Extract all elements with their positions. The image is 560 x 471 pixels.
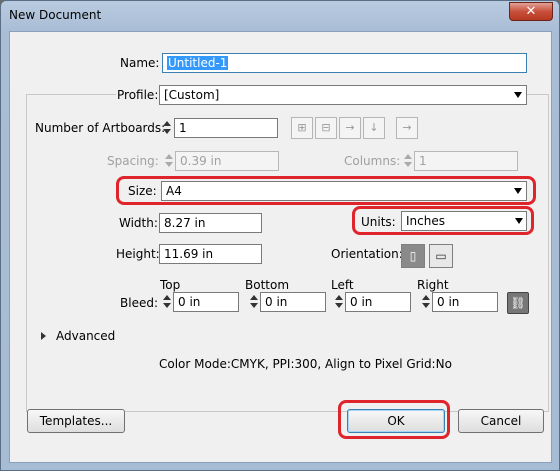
columns-input[interactable]: 1 — [414, 151, 518, 171]
width-input[interactable]: 8.27 in — [159, 213, 262, 233]
spin-up-icon — [250, 295, 258, 300]
name-label: Name: — [120, 56, 160, 70]
dialog-title: New Document — [9, 8, 102, 22]
orientation-label: Orientation: — [331, 247, 403, 261]
name-value: Untitled-1 — [167, 56, 229, 70]
columns-stepper[interactable] — [402, 152, 414, 170]
link-bleed-icon[interactable]: ⛓ — [507, 292, 529, 314]
units-highlight — [352, 206, 534, 235]
templates-button[interactable]: Templates... — [27, 409, 125, 433]
bleed-bottom-stepper[interactable] — [248, 293, 260, 311]
bleed-bottom-value: 0 in — [265, 295, 288, 309]
width-value: 8.27 in — [164, 216, 206, 230]
expand-triangle-icon[interactable] — [41, 332, 46, 340]
spacing-label: Spacing: — [107, 154, 159, 168]
spin-down-icon — [422, 303, 430, 308]
bleed-left-stepper[interactable] — [333, 293, 345, 311]
profile-dropdown[interactable]: [Custom] — [159, 85, 527, 105]
grid-by-column-icon[interactable]: ⊟ — [315, 117, 337, 139]
bleed-left-input[interactable]: 0 in — [345, 292, 411, 312]
chevron-down-icon — [514, 92, 522, 98]
spacing-stepper[interactable] — [163, 152, 175, 170]
document-info-text: Color Mode:CMYK, PPI:300, Align to Pixel… — [159, 357, 452, 371]
advanced-toggle[interactable]: Advanced — [56, 329, 115, 343]
bleed-top-label: Top — [160, 278, 181, 292]
arrange-by-column-icon[interactable]: ↓ — [363, 117, 385, 139]
bleed-bottom-input[interactable]: 0 in — [260, 292, 326, 312]
title-bar[interactable]: New Document ✕ — [1, 1, 559, 29]
height-input[interactable]: 11.69 in — [159, 244, 262, 264]
spin-up-icon — [163, 295, 171, 300]
dialog-body: Name: Untitled-1 Profile: [Custom] Numbe… — [9, 31, 552, 463]
spin-up-icon — [404, 154, 412, 159]
bleed-right-label: Right — [417, 278, 449, 292]
columns-value: 1 — [419, 154, 427, 168]
bleed-left-value: 0 in — [350, 295, 373, 309]
spacing-value: 0.39 in — [180, 154, 222, 168]
size-highlight — [116, 176, 536, 205]
portrait-orientation-icon[interactable]: ▯ — [401, 244, 425, 268]
height-value: 11.69 in — [164, 247, 214, 261]
width-label: Width: — [119, 216, 158, 230]
bleed-top-value: 0 in — [178, 295, 201, 309]
artboards-value: 1 — [179, 121, 187, 135]
artboards-stepper[interactable] — [161, 119, 173, 137]
artboards-input[interactable]: 1 — [174, 118, 278, 138]
spin-up-icon — [165, 154, 173, 159]
arrow-right-icon[interactable]: → — [396, 117, 418, 139]
ok-highlight — [338, 400, 450, 439]
name-input[interactable]: Untitled-1 — [162, 53, 527, 73]
spacing-input[interactable]: 0.39 in — [175, 151, 279, 171]
profile-label: Profile: — [116, 88, 160, 102]
bleed-right-stepper[interactable] — [420, 293, 432, 311]
spin-down-icon — [163, 129, 171, 134]
bleed-right-input[interactable]: 0 in — [432, 292, 498, 312]
bleed-bottom-label: Bottom — [245, 278, 290, 292]
spin-down-icon — [163, 303, 171, 308]
bleed-right-value: 0 in — [437, 295, 460, 309]
arrange-by-row-icon[interactable]: → — [339, 117, 361, 139]
bleed-left-label: Left — [331, 278, 354, 292]
spin-up-icon — [163, 121, 171, 126]
spin-down-icon — [165, 162, 173, 167]
spin-down-icon — [250, 303, 258, 308]
columns-label: Columns: — [344, 154, 401, 168]
spin-down-icon — [335, 303, 343, 308]
bleed-label: Bleed: — [120, 296, 158, 310]
bleed-top-input[interactable]: 0 in — [173, 292, 239, 312]
grid-by-row-icon[interactable]: ⊞ — [291, 117, 313, 139]
landscape-orientation-icon[interactable]: ▭ — [429, 244, 453, 268]
cancel-button[interactable]: Cancel — [458, 409, 544, 433]
spin-up-icon — [422, 295, 430, 300]
spin-down-icon — [404, 162, 412, 167]
spin-up-icon — [335, 295, 343, 300]
new-document-dialog: New Document ✕ Name: Untitled-1 Profile:… — [0, 0, 560, 471]
bleed-top-stepper[interactable] — [161, 293, 173, 311]
height-label: Height: — [116, 247, 160, 261]
profile-value: [Custom] — [164, 88, 220, 102]
close-button[interactable]: ✕ — [509, 2, 553, 21]
artboards-label: Number of Artboards: — [35, 121, 166, 135]
